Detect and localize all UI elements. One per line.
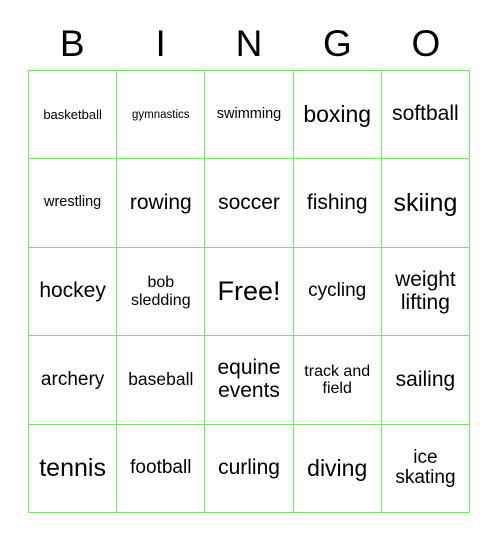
- bingo-cell-label: cycling: [308, 280, 367, 302]
- bingo-cell-g1[interactable]: boxing: [293, 71, 382, 160]
- bingo-cell-n4[interactable]: equine events: [205, 336, 294, 425]
- bingo-row: archery baseball equine events track and…: [29, 336, 471, 425]
- bingo-cell-b1[interactable]: basketball: [29, 71, 118, 160]
- bingo-cell-label: swimming: [216, 105, 282, 122]
- bingo-cell-o2[interactable]: skiing: [381, 159, 471, 248]
- bingo-cell-label: weight lifting: [395, 267, 456, 314]
- bingo-cell-g5[interactable]: diving: [293, 424, 382, 514]
- bingo-cell-label: softball: [392, 102, 459, 126]
- bingo-header-letter-n: N: [235, 22, 263, 64]
- bingo-cell-label: tennis: [39, 453, 106, 482]
- bingo-cell-label: wrestling: [43, 194, 102, 211]
- bingo-cell-label: equine events: [217, 356, 281, 402]
- bingo-header-letter-o: O: [411, 22, 441, 64]
- bingo-row: basketball gymnastics swimming boxing so…: [29, 71, 471, 160]
- bingo-cell-label: curling: [218, 455, 280, 479]
- bingo-row: wrestling rowing soccer fishing skiing: [29, 159, 471, 248]
- bingo-cell-free-space[interactable]: Free!: [205, 247, 294, 337]
- bingo-cell-g3[interactable]: cycling: [293, 247, 382, 337]
- bingo-cell-i1[interactable]: gymnastics: [117, 71, 206, 160]
- bingo-cell-label: sailing: [395, 367, 456, 391]
- bingo-cell-label: boxing: [303, 101, 372, 128]
- bingo-cell-label: soccer: [218, 190, 280, 214]
- bingo-cell-label: baseball: [128, 369, 194, 390]
- bingo-row: hockey bob sledding Free! cycling weight…: [29, 247, 471, 337]
- bingo-cell-i5[interactable]: football: [117, 424, 206, 514]
- free-space-label: Free!: [217, 275, 281, 306]
- bingo-header-letter-g: G: [323, 22, 352, 64]
- bingo-cell-label: hockey: [39, 279, 106, 303]
- bingo-cell-o4[interactable]: sailing: [381, 336, 471, 425]
- bingo-cell-b5[interactable]: tennis: [29, 424, 118, 514]
- bingo-cell-o3[interactable]: weight lifting: [381, 247, 471, 337]
- bingo-cell-n1[interactable]: swimming: [205, 71, 294, 160]
- bingo-header-letter-i: I: [155, 22, 166, 64]
- bingo-cell-b3[interactable]: hockey: [29, 247, 118, 337]
- bingo-cell-label: fishing: [306, 190, 368, 214]
- bingo-cell-o1[interactable]: softball: [381, 71, 471, 160]
- bingo-cell-g4[interactable]: track and field: [293, 336, 382, 425]
- bingo-cell-label: rowing: [129, 190, 192, 214]
- bingo-cell-label: ice skating: [395, 446, 456, 489]
- bingo-cell-label: football: [130, 457, 192, 479]
- bingo-cell-label: track and field: [304, 362, 371, 397]
- bingo-grid: basketball gymnastics swimming boxing so…: [28, 70, 471, 514]
- bingo-cell-i3[interactable]: bob sledding: [117, 247, 206, 337]
- bingo-cell-label: skiing: [393, 188, 458, 217]
- bingo-cell-i4[interactable]: baseball: [117, 336, 206, 425]
- bingo-cell-b4[interactable]: archery: [29, 336, 118, 425]
- bingo-card: B I N G O basketball gymnastics swimming…: [0, 0, 500, 544]
- bingo-cell-n2[interactable]: soccer: [205, 159, 294, 248]
- bingo-cell-o5[interactable]: ice skating: [381, 424, 471, 514]
- bingo-header-letter-b: B: [59, 22, 85, 64]
- bingo-row: tennis football curling diving ice skati…: [29, 424, 471, 514]
- bingo-cell-label: gymnastics: [132, 108, 190, 121]
- bingo-cell-label: basketball: [43, 106, 102, 122]
- bingo-cell-label: archery: [40, 368, 105, 390]
- bingo-header: B I N G O: [28, 16, 470, 70]
- bingo-cell-g2[interactable]: fishing: [293, 159, 382, 248]
- bingo-cell-i2[interactable]: rowing: [117, 159, 206, 248]
- bingo-cell-label: diving: [307, 454, 368, 481]
- bingo-cell-label: bob sledding: [131, 274, 191, 309]
- bingo-cell-n5[interactable]: curling: [205, 424, 294, 514]
- bingo-cell-b2[interactable]: wrestling: [29, 159, 118, 248]
